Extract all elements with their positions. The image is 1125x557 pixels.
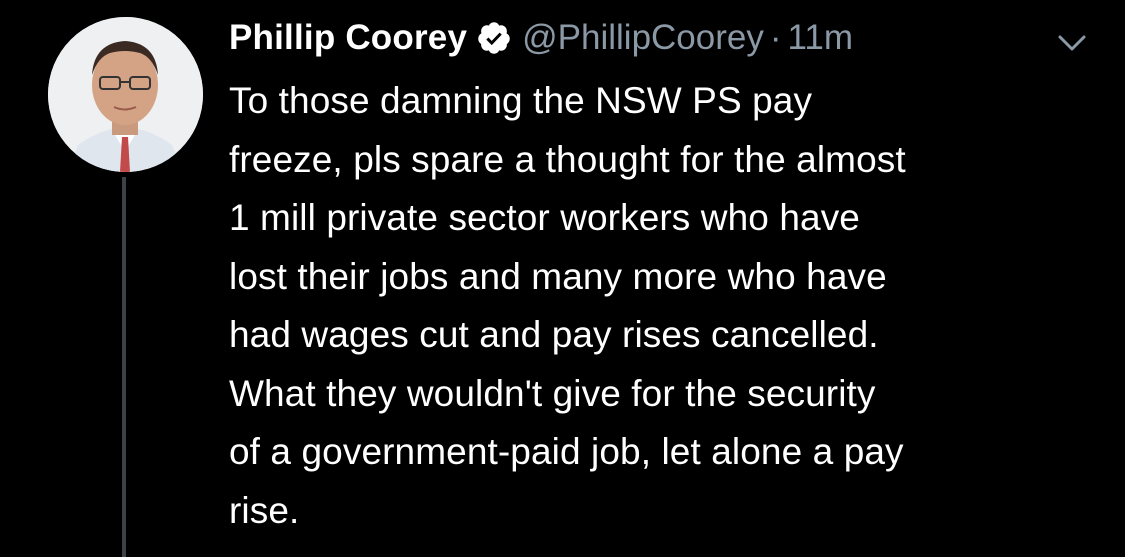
handle[interactable]: @PhillipCoorey [522, 18, 764, 58]
avatar-photo [48, 17, 203, 172]
chevron-down-icon[interactable] [1056, 32, 1088, 54]
tweet-text: To those damning the NSW PS pay freeze, … [229, 80, 906, 531]
tweet-content: Phillip Coorey @PhillipCoorey · 11m To t… [229, 12, 1109, 540]
avatar[interactable] [48, 17, 203, 172]
timestamp[interactable]: 11m [788, 18, 854, 58]
separator-dot: · [769, 18, 782, 57]
tweet[interactable]: Phillip Coorey @PhillipCoorey · 11m To t… [0, 0, 1125, 557]
thread-line [122, 177, 126, 557]
display-name[interactable]: Phillip Coorey [229, 18, 467, 58]
tweet-header: Phillip Coorey @PhillipCoorey · 11m [229, 12, 1109, 64]
avatar-column [48, 17, 203, 557]
verified-badge-icon [478, 22, 510, 54]
